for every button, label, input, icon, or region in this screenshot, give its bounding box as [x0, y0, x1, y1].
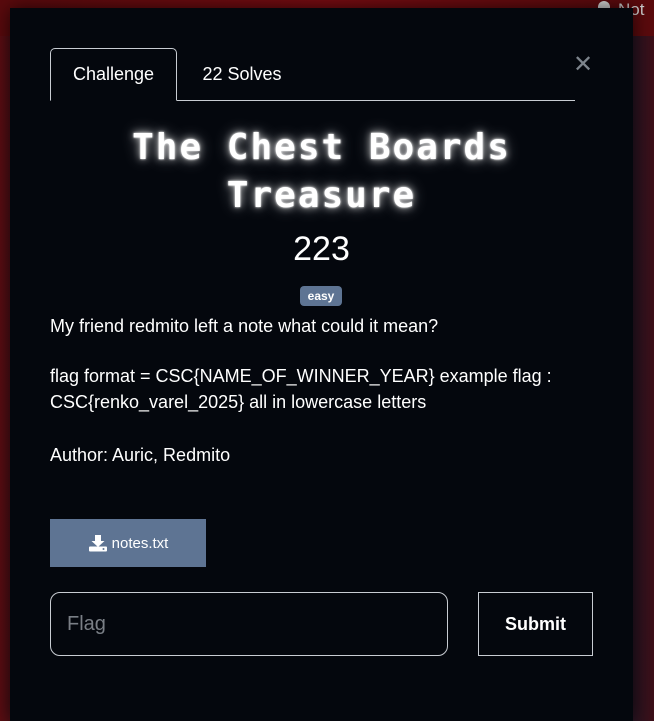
download-icon: [88, 535, 107, 552]
close-icon[interactable]: ✕: [572, 53, 594, 77]
tab-challenge[interactable]: Challenge: [50, 48, 177, 101]
difficulty-badge: easy: [300, 286, 342, 306]
challenge-points: 223: [293, 230, 350, 268]
download-file-button[interactable]: notes.txt: [50, 519, 206, 567]
author-paragraph: Author: Auric, Redmito: [50, 445, 231, 465]
tab-solves[interactable]: 22 Solves: [190, 48, 294, 100]
submit-button[interactable]: Submit: [478, 592, 593, 656]
challenge-title: The Chest Boards Treasure: [132, 127, 511, 216]
flag-format-paragraph: flag format = CSC{NAME_OF_WINNER_YEAR} e…: [50, 366, 552, 412]
challenge-modal: Challenge 22 Solves ✕ The Chest Boards T…: [10, 8, 633, 721]
file-name: notes.txt: [111, 534, 169, 552]
description-paragraph: My friend redmito left a note what could…: [50, 316, 439, 336]
tab-bar: Challenge 22 Solves: [50, 48, 575, 101]
flag-input[interactable]: [50, 592, 448, 656]
